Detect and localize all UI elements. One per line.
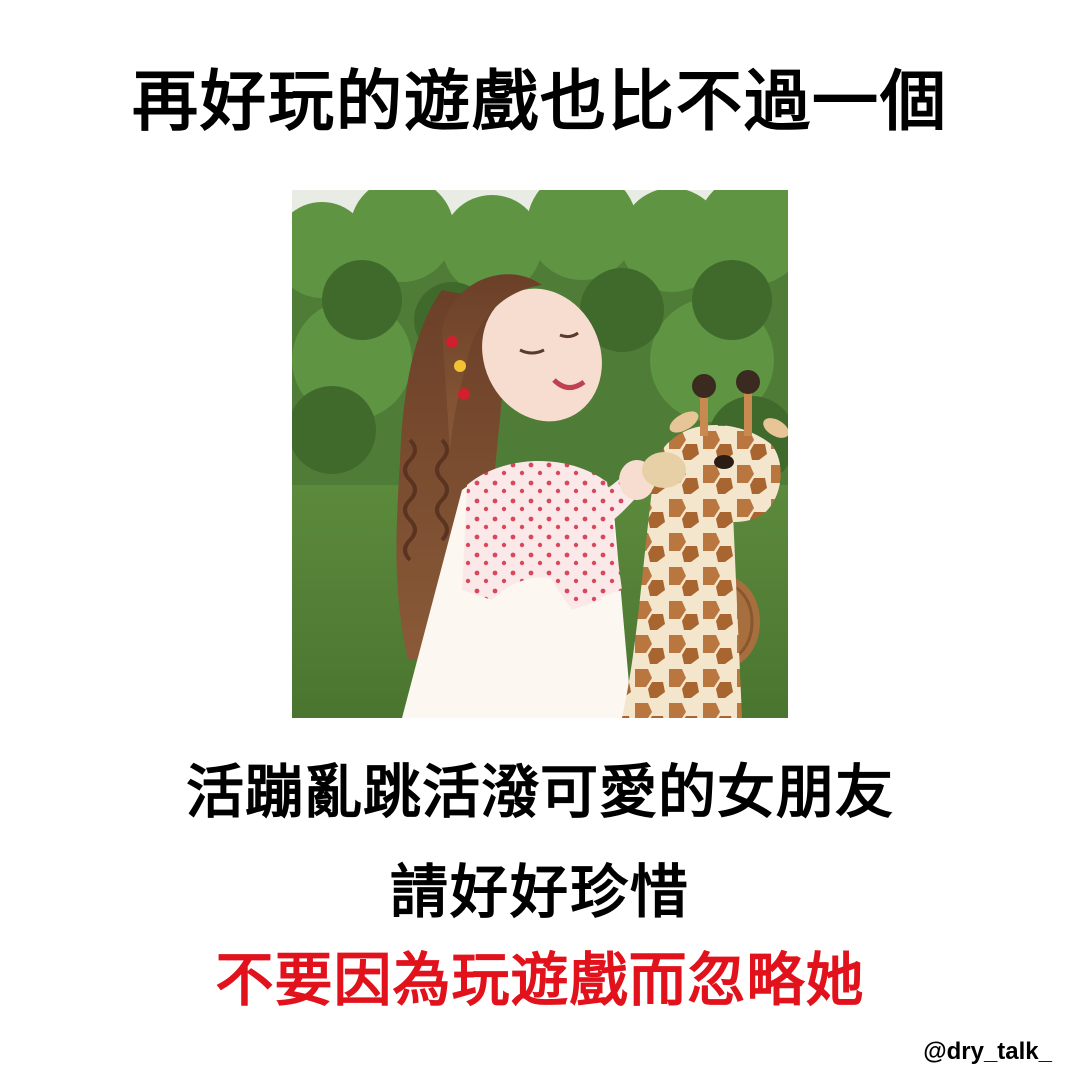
caption-line-3-highlight: 不要因為玩遊戲而忽略她: [215, 946, 865, 1014]
caption-line-1: 活蹦亂跳活潑可愛的女朋友: [185, 758, 894, 826]
watermark-handle: @dry_talk_: [923, 1038, 1052, 1065]
headline: 再好玩的遊戲也比不過一個: [132, 63, 948, 140]
caption-line-2: 請好好珍惜: [389, 858, 690, 926]
photo-girl-with-giraffe: [292, 190, 788, 718]
